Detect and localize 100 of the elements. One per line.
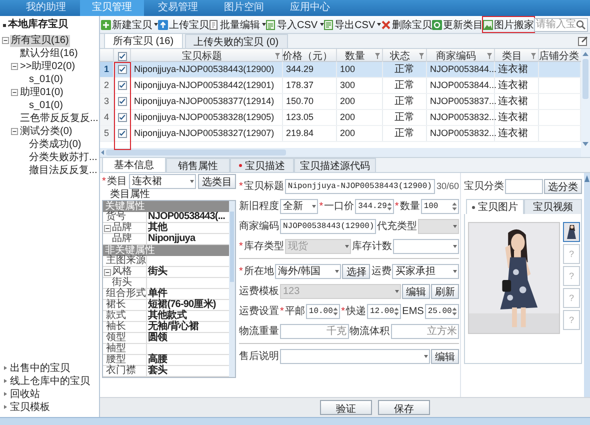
form-button[interactable]: 选类目 bbox=[198, 174, 236, 188]
collapse-icon[interactable] bbox=[11, 63, 18, 70]
stepper-icon[interactable] bbox=[333, 306, 338, 316]
toolbar-button[interactable]: 删除宝贝 bbox=[381, 17, 432, 32]
nav-tab[interactable]: 应用中心 bbox=[278, 0, 342, 16]
action-button[interactable]: 验证 bbox=[320, 400, 372, 416]
toolbar-button[interactable]: 更新类目 bbox=[432, 17, 484, 32]
table-row[interactable]: 2 Niponjjuya-NJOP00538442(12901) 178.37 300 正常 NJOP0053844...连衣裙 bbox=[100, 78, 581, 94]
number-field[interactable]: 344.29 bbox=[355, 198, 394, 214]
number-field[interactable]: 25.00 bbox=[424, 304, 459, 318]
attribute-value[interactable]: 其他 bbox=[148, 223, 168, 233]
attribute-value[interactable]: 街头 bbox=[148, 267, 168, 277]
collapse-icon[interactable] bbox=[104, 268, 111, 276]
form-button[interactable]: 刷新 bbox=[431, 284, 459, 298]
attribute-value[interactable]: NJOP00538443(... bbox=[148, 212, 225, 222]
tab[interactable]: 宝贝描述源代码 bbox=[294, 158, 376, 172]
tree-item[interactable]: 所有宝贝(16) bbox=[10, 34, 70, 46]
table-cell: 123.05 bbox=[286, 112, 314, 122]
form-button[interactable]: 编辑 bbox=[402, 284, 430, 298]
tree-item[interactable]: s_01(0) bbox=[28, 74, 64, 86]
dropdown[interactable]: 连衣裙 bbox=[128, 174, 196, 188]
text-field[interactable]: NJOP00538443(12900) bbox=[280, 218, 376, 234]
text-field[interactable] bbox=[505, 178, 543, 194]
text-field[interactable]: 立方米 bbox=[390, 324, 459, 338]
attribute-value[interactable]: 圆领 bbox=[148, 333, 168, 343]
caret-icon bbox=[395, 290, 399, 292]
checkbox[interactable] bbox=[118, 128, 126, 138]
filter-icon[interactable] bbox=[487, 53, 492, 59]
edit-icon[interactable] bbox=[578, 36, 588, 46]
form-button[interactable]: 选择 bbox=[342, 264, 370, 278]
attribute-value[interactable]: 高腰 bbox=[148, 355, 168, 365]
toolbar-button[interactable]: 图片搬家 bbox=[483, 17, 534, 32]
table-cell: 150.70 bbox=[286, 96, 314, 106]
tab[interactable]: 基本信息 bbox=[102, 157, 166, 172]
attribute-value[interactable]: 其他款式 bbox=[148, 311, 186, 321]
stepper-icon[interactable] bbox=[452, 200, 457, 212]
toolbar-button[interactable]: 导出CSV bbox=[324, 17, 382, 32]
checkbox[interactable] bbox=[118, 52, 126, 60]
table-row[interactable]: 3 Niponjjuya-NJOP00538377(12914) 150.70 200 正常 NJOP0053837...连衣裙 bbox=[100, 94, 581, 110]
number-field[interactable]: 12.00 bbox=[366, 304, 402, 318]
collapse-icon[interactable] bbox=[11, 128, 18, 135]
checkbox[interactable] bbox=[118, 64, 126, 74]
collapse-icon[interactable] bbox=[104, 224, 111, 232]
form-button[interactable]: 选分类 bbox=[544, 178, 582, 194]
section-header[interactable]: 本地库存宝贝 bbox=[8, 16, 68, 34]
filter-icon[interactable] bbox=[419, 53, 424, 59]
tree-item[interactable]: 三色带反反复反... bbox=[19, 112, 100, 124]
stepper-icon[interactable] bbox=[452, 306, 457, 316]
section-label: 类目属性 bbox=[109, 189, 150, 200]
scrollbar[interactable] bbox=[229, 201, 235, 377]
dropdown[interactable]: 全新 bbox=[280, 198, 318, 214]
tree-item[interactable]: >>助理02(0) bbox=[19, 60, 76, 72]
table-row[interactable]: 4 Niponjjuya-NJOP00538328(12905) 123.05 200 正常 NJOP0053832...连衣裙 bbox=[100, 110, 581, 126]
section-item[interactable]: 出售中的宝贝 bbox=[10, 360, 70, 374]
tab[interactable]: 宝贝视频 bbox=[524, 199, 582, 214]
tab[interactable]: 宝贝图片 bbox=[466, 199, 524, 214]
number-field[interactable]: 10.00 bbox=[306, 304, 340, 318]
dropdown[interactable]: 海外/韩国 bbox=[274, 264, 342, 278]
thumbnail[interactable] bbox=[563, 222, 580, 242]
tree-item[interactable]: 默认分组(16) bbox=[19, 48, 79, 60]
section-item[interactable]: 回收站 bbox=[10, 386, 40, 400]
scrollbar[interactable] bbox=[581, 49, 590, 157]
attribute-value[interactable]: 套头 bbox=[148, 366, 168, 376]
tree-item[interactable]: 分类失败苏打... bbox=[28, 152, 98, 164]
tree-item[interactable]: 分类成功(0) bbox=[28, 138, 82, 150]
text-field[interactable]: 千克 bbox=[280, 324, 348, 338]
tab[interactable]: 上传失败的宝贝 (0) bbox=[184, 34, 288, 48]
checkbox[interactable] bbox=[118, 112, 126, 122]
text-field[interactable]: Niponjjuya-NJOP00538443(12900) bbox=[284, 178, 436, 194]
attribute-value[interactable]: 单件 bbox=[148, 289, 168, 299]
number-field[interactable]: 100 bbox=[420, 198, 459, 214]
action-button[interactable]: 保存 bbox=[378, 400, 430, 416]
checkbox[interactable] bbox=[118, 96, 126, 106]
attribute-value[interactable]: 无袖/背心裙 bbox=[148, 322, 198, 332]
checkbox[interactable] bbox=[118, 80, 126, 90]
form-button[interactable]: 编辑 bbox=[431, 348, 459, 364]
tab[interactable]: 所有宝贝 (16) bbox=[104, 33, 183, 48]
attribute-value[interactable]: Niponjjuya bbox=[148, 234, 196, 244]
attribute-value[interactable]: 短裙(76-90厘米) bbox=[148, 300, 216, 310]
table-row[interactable]: 5 Niponjjuya-NJOP00538327(12907) 219.84 200 正常 NJOP0053832...连衣裙 bbox=[100, 126, 581, 142]
stepper-icon[interactable] bbox=[386, 200, 392, 212]
scrollbar[interactable] bbox=[100, 148, 581, 157]
scrollbar[interactable] bbox=[584, 173, 590, 398]
filter-icon[interactable] bbox=[375, 53, 380, 59]
toolbar-button[interactable]: 上传宝贝 bbox=[158, 17, 209, 32]
filter-icon[interactable] bbox=[531, 53, 536, 59]
tree-item[interactable]: 撤目法反反复... bbox=[28, 164, 98, 176]
section-item[interactable]: 宝贝模板 bbox=[10, 400, 50, 414]
collapse-icon[interactable] bbox=[2, 37, 9, 44]
dropdown[interactable]: 买家承担 bbox=[392, 264, 459, 278]
tree-item[interactable]: s_01(0) bbox=[28, 100, 64, 112]
tree-item[interactable]: 助理01(0) bbox=[19, 86, 64, 98]
collapse-icon[interactable] bbox=[11, 89, 18, 96]
tree-item[interactable]: 测试分类(0) bbox=[19, 126, 74, 138]
tab[interactable]: 销售属性 bbox=[166, 158, 230, 172]
filter-icon[interactable] bbox=[275, 53, 280, 59]
table-row[interactable]: 1 Niponjjuya-NJOP00538443(12900) 344.29 100 正常 NJOP0053844...连衣裙 bbox=[100, 62, 581, 78]
tab[interactable]: 宝贝描述 bbox=[230, 158, 294, 172]
section-item[interactable]: 线上仓库中的宝贝 bbox=[10, 374, 90, 388]
stepper-icon[interactable] bbox=[394, 306, 400, 316]
